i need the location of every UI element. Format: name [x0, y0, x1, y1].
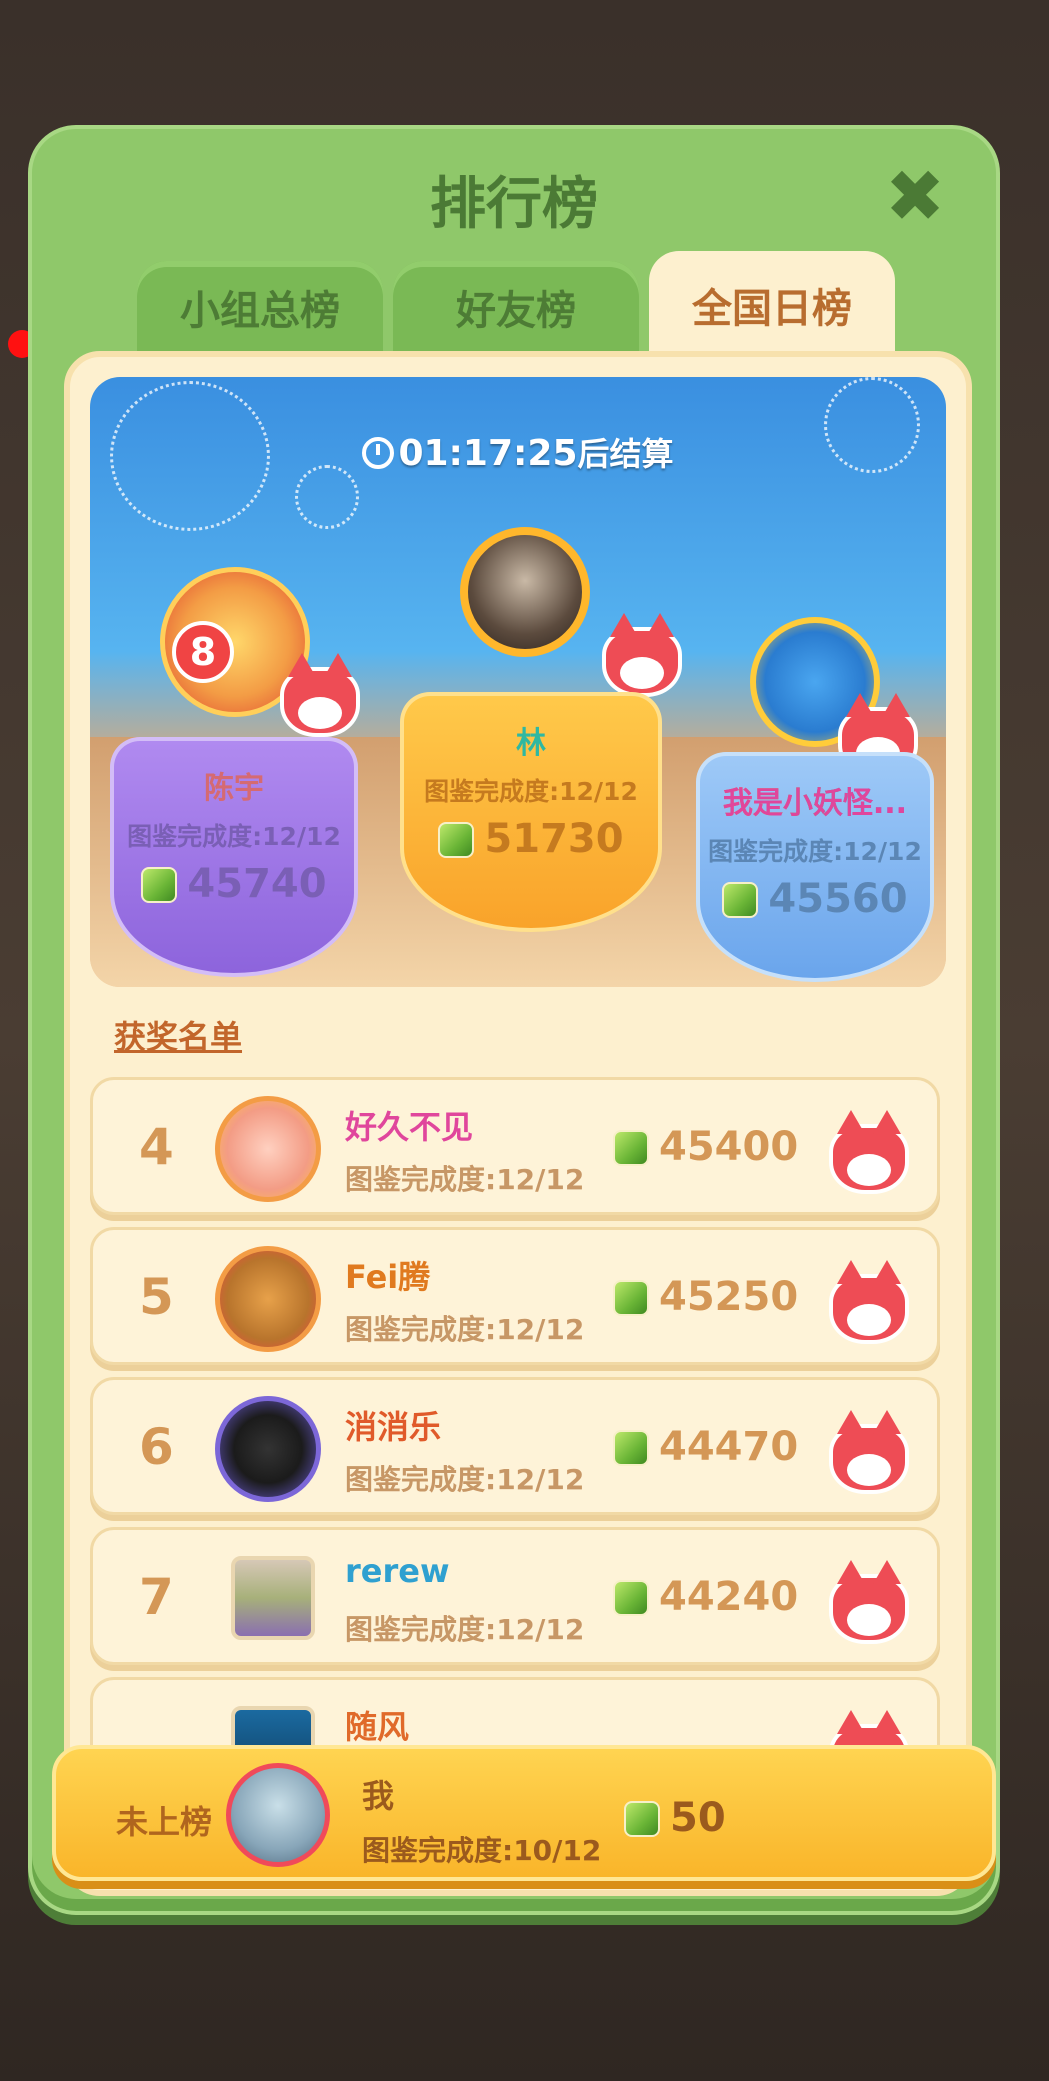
row-score: 44470 — [659, 1424, 799, 1470]
second-place-card[interactable]: 陈宇 图鉴完成度:12/12 45740 — [110, 737, 358, 977]
row-score-box: 44240 — [613, 1574, 798, 1620]
my-name: 我 — [362, 1777, 395, 1815]
second-place-score-row: 45740 — [114, 861, 354, 907]
first-place-avatar[interactable] — [460, 527, 590, 657]
fox-icon — [602, 613, 682, 697]
second-place-name: 陈宇 — [204, 771, 264, 806]
row-progress: 图鉴完成度:12/12 — [345, 1613, 585, 1646]
my-score: 50 — [670, 1795, 726, 1841]
list-item[interactable]: 4 好久不见 图鉴完成度:12/12 45400 — [90, 1077, 940, 1215]
row-score: 45400 — [659, 1124, 799, 1170]
row-progress: 图鉴完成度:12/12 — [345, 1463, 585, 1496]
row-rank: 7 — [139, 1568, 174, 1626]
leaderboard-panel: 排行榜 ✖ 小组总榜 好友榜 全国日榜 01:17:25后结算 8 陈宇 图鉴完… — [28, 125, 1000, 1915]
gem-icon — [438, 822, 475, 858]
row-score-box: 45400 — [613, 1124, 798, 1170]
countdown-timer: 01:17:25后结算 — [90, 429, 946, 475]
third-place-card[interactable]: 我是小妖怪... 图鉴完成度:12/12 45560 — [696, 752, 934, 982]
leaderboard-content: 01:17:25后结算 8 陈宇 图鉴完成度:12/12 45740 林 图鉴完… — [52, 351, 996, 1896]
gem-icon — [722, 882, 759, 918]
row-name: 好久不见 — [345, 1108, 474, 1146]
gem-icon — [613, 1280, 649, 1316]
gem-icon — [613, 1130, 649, 1166]
third-place-name: 我是小妖怪... — [700, 778, 930, 822]
row-name: 随风 — [345, 1708, 410, 1746]
gem-icon — [624, 1801, 660, 1837]
row-progress: 图鉴完成度:12/12 — [345, 1313, 585, 1346]
list-item[interactable]: 7 rerew 图鉴完成度:12/12 44240 — [90, 1527, 940, 1665]
row-score: 44240 — [659, 1574, 799, 1620]
third-place-score-row: 45560 — [700, 876, 930, 922]
fox-icon — [829, 1110, 909, 1194]
close-icon[interactable]: ✖ — [880, 160, 950, 232]
row-rank: 6 — [139, 1418, 174, 1476]
rank-badge-second: 8 — [172, 621, 234, 683]
first-place-progress: 图鉴完成度:12/12 — [424, 777, 638, 806]
avatar[interactable] — [215, 1096, 321, 1202]
row-rank: 5 — [139, 1268, 174, 1326]
my-score-box: 50 — [624, 1795, 726, 1841]
row-name: 消消乐 — [345, 1408, 442, 1446]
fox-icon — [280, 653, 360, 737]
my-avatar[interactable] — [226, 1763, 330, 1867]
gem-icon — [613, 1430, 649, 1466]
panel-title: 排行榜 — [430, 172, 598, 237]
row-progress: 图鉴完成度:12/12 — [345, 1163, 585, 1196]
fox-icon — [829, 1560, 909, 1644]
my-rank-bar[interactable]: 未上榜 我 图鉴完成度:10/12 50 — [52, 1745, 996, 1881]
second-place-score: 45740 — [187, 861, 327, 907]
clock-icon — [362, 437, 395, 469]
row-score-box: 44470 — [613, 1424, 798, 1470]
fox-icon — [829, 1260, 909, 1344]
row-rank: 4 — [139, 1118, 174, 1176]
row-score-box: 45250 — [613, 1274, 798, 1320]
row-name: Fei腾 — [345, 1258, 431, 1296]
first-place-name: 林 — [516, 726, 546, 761]
avatar[interactable] — [215, 1246, 321, 1352]
row-score: 45250 — [659, 1274, 799, 1320]
first-place-card[interactable]: 林 图鉴完成度:12/12 51730 — [400, 692, 662, 932]
my-rank-status: 未上榜 — [116, 1803, 213, 1841]
gem-icon — [613, 1580, 649, 1616]
row-name: rerew — [345, 1552, 450, 1590]
second-place-progress: 图鉴完成度:12/12 — [127, 822, 341, 851]
fox-icon — [829, 1410, 909, 1494]
avatar[interactable] — [231, 1556, 315, 1640]
countdown-suffix: 后结算 — [577, 435, 674, 473]
list-item[interactable]: 5 Fei腾 图鉴完成度:12/12 45250 — [90, 1227, 940, 1365]
countdown-time: 01:17:25 — [398, 433, 578, 474]
podium-area: 01:17:25后结算 8 陈宇 图鉴完成度:12/12 45740 林 图鉴完… — [90, 377, 946, 987]
avatar[interactable] — [215, 1396, 321, 1502]
ranking-list[interactable]: 4 好久不见 图鉴完成度:12/12 45400 5 Fei腾 图鉴完成度:12… — [90, 1077, 940, 1782]
gem-icon — [141, 867, 178, 903]
third-place-progress: 图鉴完成度:12/12 — [708, 837, 922, 866]
list-item[interactable]: 6 消消乐 图鉴完成度:12/12 44470 — [90, 1377, 940, 1515]
third-place-score: 45560 — [768, 876, 908, 922]
awards-list-link[interactable]: 获奖名单 — [114, 1012, 242, 1058]
first-place-score-row: 51730 — [404, 816, 658, 862]
first-place-score: 51730 — [484, 816, 624, 862]
my-progress: 图鉴完成度:10/12 — [362, 1834, 602, 1867]
